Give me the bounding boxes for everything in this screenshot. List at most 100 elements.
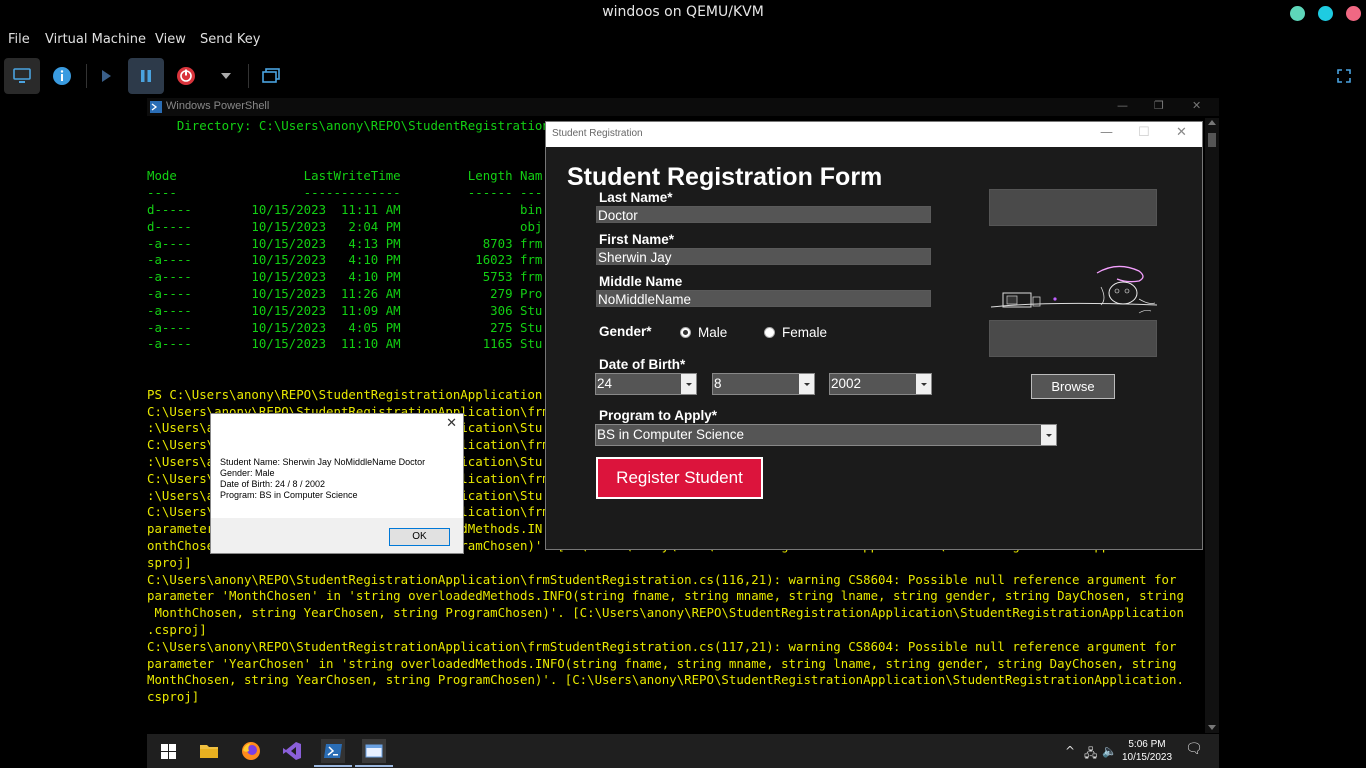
dob-year-select[interactable]: 2002 [829,373,932,395]
details-button[interactable] [44,58,80,94]
powershell-icon [324,744,342,758]
ps-minimize-button[interactable]: — [1117,99,1128,112]
console-line: MonthChosen, string YearChosen, string P… [147,605,1184,621]
console-line: -a---- 10/15/2023 4:13 PM 8703 frm [147,235,543,251]
info-icon [53,67,71,85]
last-name-field[interactable]: Doctor [596,206,931,223]
gender-female-label: Female [782,325,828,340]
console-line: PS C:\Users\anony\REPO\StudentRegistrati… [147,386,543,402]
menu-view[interactable]: View [155,32,186,47]
scroll-up-arrow[interactable] [1208,120,1216,125]
chevron-up-icon[interactable]: ^ [1065,744,1075,758]
console-line: -a---- 10/15/2023 11:10 AM 1165 Stu [147,336,543,352]
console-line: parameter 'YearChosen' in 'string overlo… [147,655,1177,671]
dob-year-value: 2002 [831,376,862,391]
network-icon[interactable]: 🖧 [1084,744,1097,765]
start-button[interactable] [156,739,180,763]
gender-female-radio[interactable]: Female [764,325,827,340]
chevron-down-icon[interactable] [916,374,931,394]
message-line: Date of Birth: 24 / 8 / 2002 [220,479,326,489]
menu-file[interactable]: File [8,32,30,47]
active-indicator [314,765,352,767]
chevron-down-icon [221,73,231,79]
snapshots-button[interactable] [253,58,289,94]
close-icon[interactable]: ✕ [446,416,457,431]
dob-day-select[interactable]: 24 [595,373,697,395]
toolbar-separator [248,64,249,88]
fullscreen-button[interactable] [1326,58,1362,94]
form-minimize-button[interactable]: — [1100,125,1113,140]
program-label: Program to Apply* [599,408,718,423]
shutdown-menu-button[interactable] [208,58,244,94]
dob-month-select[interactable]: 8 [712,373,815,395]
console-line: csproj] [147,689,200,705]
windows-stack-icon [262,68,280,83]
pause-button[interactable] [128,58,164,94]
ok-button[interactable]: OK [389,528,450,546]
file-explorer-button[interactable] [197,739,221,763]
middle-name-label: Middle Name [599,274,683,289]
message-line: Program: BS in Computer Science [220,490,358,500]
visual-studio-icon [283,742,301,760]
message-box-titlebar[interactable]: ✕ [211,414,463,436]
chevron-down-icon[interactable] [681,374,696,394]
firefox-button[interactable] [239,739,263,763]
console-line: d----- 10/15/2023 11:11 AM bin [147,202,543,217]
scroll-thumb[interactable] [1208,133,1216,147]
maximize-button[interactable] [1318,6,1333,21]
fullscreen-icon [1337,69,1351,83]
app-window-icon [365,744,383,758]
program-value: BS in Computer Science [597,427,745,442]
volume-icon[interactable]: 🔈 [1102,744,1117,758]
console-line: sproj] [147,554,192,570]
form-close-button[interactable]: ✕ [1176,125,1187,140]
console-line: C:\Users\anony\REPO\StudentRegistrationA… [147,638,1177,654]
message-line: Student Name: Sherwin Jay NoMiddleName D… [220,457,426,467]
student-app-taskbar-button[interactable] [362,739,386,763]
console-line: ---- ------------- ------ --- [147,185,543,201]
ps-restore-button[interactable]: ❐ [1154,99,1164,112]
console-view-button[interactable] [4,58,40,94]
browse-button[interactable]: Browse [1031,374,1115,399]
folder-icon [200,745,218,758]
shutdown-button[interactable] [168,58,204,94]
first-name-label: First Name* [599,232,675,247]
menubar: File Virtual Machine View Send Key [0,28,1366,52]
radio-unselected-icon [764,327,775,338]
gender-male-radio[interactable]: Male [680,325,727,340]
form-maximize-button[interactable]: ☐ [1138,125,1150,140]
powershell-titlebar[interactable]: Windows PowerShell — ❐ ✕ [147,98,1219,116]
run-button[interactable] [88,58,124,94]
ps-close-button[interactable]: ✕ [1192,99,1201,112]
visual-studio-button[interactable] [280,739,304,763]
guest-screen[interactable]: Windows PowerShell — ❐ ✕ Directory: C:\U… [147,98,1219,768]
student-registration-window: Student Registration — ☐ ✕ Student Regis… [545,121,1203,550]
menu-send-key[interactable]: Send Key [200,32,260,47]
middle-name-field[interactable]: NoMiddleName [596,290,931,307]
chevron-down-icon[interactable] [1041,425,1056,445]
console-line: Mode LastWriteTime Length Nam [147,168,543,184]
toolbar-separator [86,64,87,88]
program-select[interactable]: BS in Computer Science [595,424,1057,446]
close-button[interactable] [1346,6,1361,21]
notifications-icon[interactable]: 🗨 [1185,741,1203,757]
powershell-taskbar-button[interactable] [321,739,345,763]
console-line: -a---- 10/15/2023 11:09 AM 306 Stu [147,302,543,318]
menu-virtual-machine[interactable]: Virtual Machine [45,32,146,47]
photo-frame-top [989,189,1157,226]
pause-icon [141,70,151,82]
chevron-down-icon[interactable] [799,374,814,394]
console-line: d----- 10/15/2023 2:04 PM obj [147,218,543,234]
message-box: ✕ Student Name: Sherwin Jay NoMiddleName… [210,413,464,554]
minimize-button[interactable] [1290,6,1305,21]
console-scrollbar[interactable] [1205,118,1219,733]
dob-day-value: 24 [597,376,613,391]
clock[interactable]: 5:06 PM 10/15/2023 [1121,738,1173,764]
register-student-button[interactable]: Register Student [596,457,763,499]
student-photo [990,265,1158,314]
form-window-title: Student Registration [552,128,643,139]
scroll-down-arrow[interactable] [1208,725,1216,730]
console-line: Directory: C:\Users\anony\REPO\StudentRe… [147,118,550,133]
form-titlebar[interactable]: Student Registration — ☐ ✕ [546,122,1202,147]
first-name-field[interactable]: Sherwin Jay [596,248,931,265]
